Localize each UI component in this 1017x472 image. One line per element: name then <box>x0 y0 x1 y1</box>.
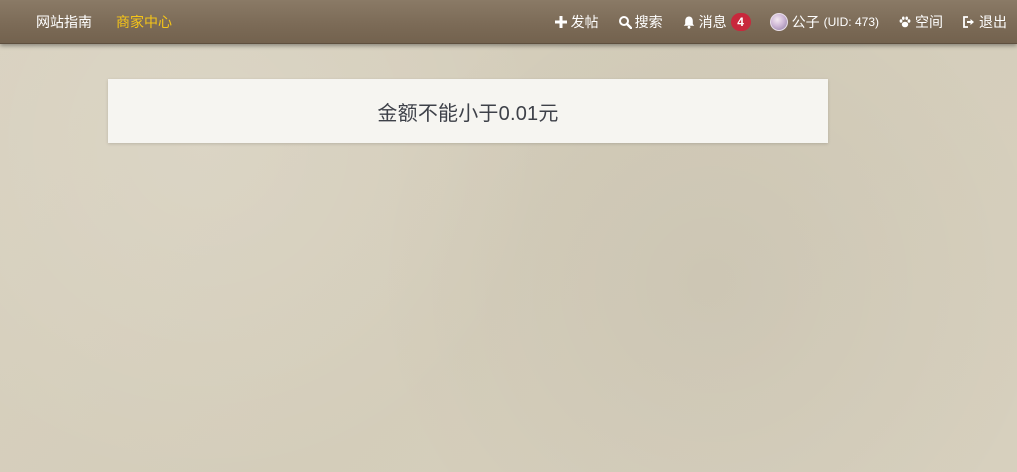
nav-left: 网站指南 商家中心 <box>36 0 196 43</box>
search-label: 搜索 <box>634 13 663 30</box>
paw-icon <box>898 15 912 29</box>
user-uid: (UID: 473) <box>823 14 879 29</box>
space-button[interactable]: 空间 <box>898 12 943 32</box>
user-profile-link[interactable]: 公子 (UID: 473) <box>769 12 879 32</box>
messages-button[interactable]: 消息 4 <box>682 12 751 32</box>
top-navbar: 网站指南 商家中心 发帖 搜索 消息 4 公子 (UID: 473) 空间 退出 <box>0 0 1017 44</box>
logout-button[interactable]: 退出 <box>962 12 1007 32</box>
search-icon <box>618 15 632 29</box>
plus-icon <box>554 15 568 29</box>
error-message-box: 金额不能小于0.01元 <box>108 79 828 143</box>
space-label: 空间 <box>915 13 943 30</box>
logout-icon <box>962 15 976 29</box>
nav-link-merchant-center[interactable]: 商家中心 <box>116 12 172 32</box>
user-name: 公子 <box>791 13 820 30</box>
nav-link-site-guide[interactable]: 网站指南 <box>36 12 92 32</box>
nav-right: 发帖 搜索 消息 4 公子 (UID: 473) 空间 退出 <box>535 0 1007 43</box>
error-message-text: 金额不能小于0.01元 <box>377 102 559 125</box>
messages-count-badge: 4 <box>730 12 751 31</box>
search-button[interactable]: 搜索 <box>618 12 663 32</box>
post-label: 发帖 <box>570 13 599 30</box>
post-button[interactable]: 发帖 <box>554 12 599 32</box>
messages-label: 消息 <box>698 13 727 30</box>
logout-label: 退出 <box>979 13 1007 30</box>
avatar <box>769 12 788 31</box>
bell-icon <box>682 15 696 29</box>
